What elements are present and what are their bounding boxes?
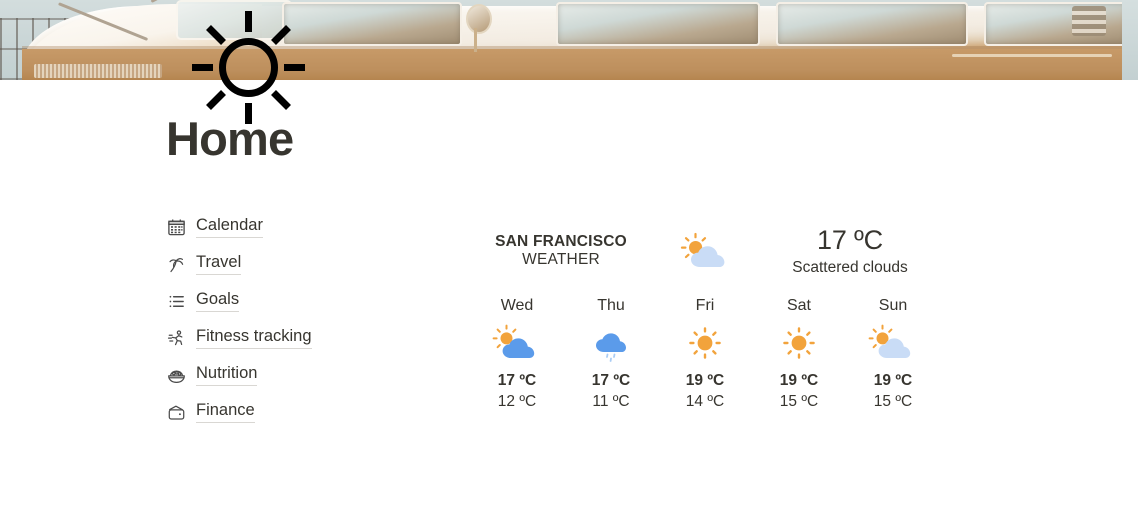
- palm-tree-icon: [166, 254, 186, 274]
- weather-forecast-row: Wed 17 ºC 12 ºC: [470, 296, 940, 413]
- calendar-icon: [166, 217, 186, 237]
- forecast-day-name: Sat: [752, 296, 846, 315]
- sun-behind-pale-cloud-icon: [868, 324, 918, 362]
- page-icon[interactable]: [186, 5, 311, 130]
- forecast-icon-wrap: [752, 321, 846, 365]
- list-icon: [166, 291, 186, 311]
- weather-current: SAN FRANCISCO WEATHER 17 ºC: [470, 222, 940, 280]
- notion-page: 7 86 Home: [0, 0, 1138, 525]
- forecast-day-wed[interactable]: Wed 17 ºC 12 ºC: [470, 296, 564, 413]
- salad-bowl-icon: [166, 365, 186, 385]
- forecast-low: 12 ºC: [470, 392, 564, 413]
- weather-condition: Scattered clouds: [760, 259, 940, 278]
- list-item-finance[interactable]: Finance: [166, 397, 446, 427]
- list-item-label: Travel: [196, 253, 241, 275]
- forecast-low: 11 ºC: [564, 392, 658, 413]
- sun-icon: [685, 324, 725, 362]
- list-item-label: Finance: [196, 401, 255, 423]
- forecast-high: 17 ºC: [564, 371, 658, 392]
- forecast-low: 15 ºC: [846, 392, 940, 413]
- forecast-icon-wrap: [470, 321, 564, 365]
- forecast-day-thu[interactable]: Thu 17 ºC 11 ºC: [564, 296, 658, 413]
- van-vent: [1072, 6, 1106, 36]
- list-item-label: Nutrition: [196, 364, 257, 386]
- forecast-icon-wrap: [846, 321, 940, 365]
- weather-current-readout: 17 ºC Scattered clouds: [760, 224, 940, 278]
- list-item-label: Goals: [196, 290, 239, 312]
- weather-location: SAN FRANCISCO WEATHER: [470, 233, 652, 270]
- forecast-day-sun[interactable]: Sun 19 ºC 15 ºC: [846, 296, 940, 413]
- van-trim-line: [952, 54, 1112, 57]
- forecast-icon-wrap: [564, 321, 658, 365]
- cover-right-edge: [1122, 0, 1138, 80]
- list-item-fitness-tracking[interactable]: Fitness tracking: [166, 323, 446, 353]
- forecast-day-name: Wed: [470, 296, 564, 315]
- list-item-goals[interactable]: Goals: [166, 286, 446, 316]
- weather-city: SAN FRANCISCO: [470, 233, 652, 251]
- forecast-day-name: Sun: [846, 296, 940, 315]
- van-window: [556, 2, 760, 46]
- van-grille: [34, 64, 162, 78]
- forecast-day-fri[interactable]: Fri: [658, 296, 752, 413]
- list-item-travel[interactable]: Travel: [166, 249, 446, 279]
- weather-current-temp: 17 ºC: [760, 224, 940, 256]
- weather-subtitle: WEATHER: [470, 251, 652, 269]
- sun-icon: [186, 5, 311, 130]
- list-item-label: Calendar: [196, 216, 263, 238]
- cover-image[interactable]: 7 86: [0, 0, 1138, 80]
- van-mirror: [466, 4, 476, 50]
- forecast-day-name: Fri: [658, 296, 752, 315]
- page-link-list: Calendar Travel: [166, 212, 446, 434]
- weather-current-icon-wrap: [652, 231, 760, 271]
- list-item-label: Fitness tracking: [196, 327, 312, 349]
- forecast-high: 17 ºC: [470, 371, 564, 392]
- wallet-icon: [166, 402, 186, 422]
- forecast-low: 14 ºC: [658, 392, 752, 413]
- forecast-low: 15 ºC: [752, 392, 846, 413]
- forecast-icon-wrap: [658, 321, 752, 365]
- forecast-day-sat[interactable]: Sat: [752, 296, 846, 413]
- forecast-high: 19 ºC: [658, 371, 752, 392]
- sun-icon: [779, 324, 819, 362]
- weather-widget[interactable]: SAN FRANCISCO WEATHER 17 ºC: [470, 222, 940, 413]
- sun-behind-cloud-icon: [679, 231, 733, 271]
- forecast-high: 19 ºC: [846, 371, 940, 392]
- forecast-high: 19 ºC: [752, 371, 846, 392]
- van-window: [776, 2, 968, 46]
- list-item-nutrition[interactable]: Nutrition: [166, 360, 446, 390]
- rain-cloud-icon: [586, 324, 636, 362]
- runner-icon: [166, 328, 186, 348]
- list-item-calendar[interactable]: Calendar: [166, 212, 446, 242]
- van-window: [984, 2, 1128, 46]
- forecast-day-name: Thu: [564, 296, 658, 315]
- sun-behind-cloud-icon: [492, 324, 542, 362]
